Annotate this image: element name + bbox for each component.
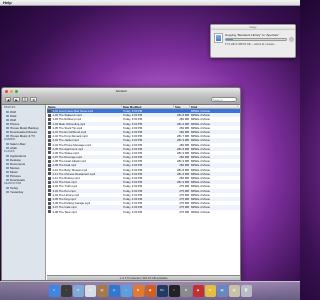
movie-file-icon bbox=[48, 134, 51, 138]
movie-file-icon bbox=[48, 159, 51, 163]
folder-icon bbox=[6, 158, 9, 162]
movie-file-icon bbox=[48, 109, 51, 113]
sidebar: DEVICES Wolf iDisk Wolf Photos iTunes Music B… bbox=[2, 105, 46, 280]
movie-file-icon bbox=[48, 130, 51, 134]
folder-icon bbox=[6, 170, 9, 174]
file-name: 3-08 The Tape.mp4 bbox=[47, 210, 122, 214]
window-title: Seinfeld bbox=[115, 89, 127, 93]
copy-dialog-title: Copy bbox=[211, 25, 295, 30]
dock: ☺ ◔ ✉ 16 @ ◎ ♪ ❀ ◉ Ps > ⚙ ◆ ★ ▤ ▤ 🗑 bbox=[0, 281, 300, 300]
folder-icon bbox=[6, 126, 9, 130]
close-button[interactable] bbox=[5, 90, 8, 93]
firefox-icon[interactable]: ◉ bbox=[144, 285, 156, 297]
folder-icon bbox=[6, 118, 9, 122]
movie-file-icon bbox=[48, 210, 51, 214]
zoom-button[interactable] bbox=[15, 90, 18, 93]
folder-icon bbox=[6, 178, 9, 182]
toolbar: ◀ ▶ ☰ ⚙ Search bbox=[2, 95, 240, 105]
date-modified: Today, 3:00 PM bbox=[123, 209, 143, 214]
status-bar: 1 of 173 selected, 903.15 GB available bbox=[47, 275, 240, 280]
folder-icon bbox=[6, 130, 9, 134]
copy-progress-bar bbox=[225, 38, 287, 41]
safari-icon[interactable]: ◎ bbox=[108, 285, 120, 297]
itunes-icon[interactable]: ♪ bbox=[120, 285, 132, 297]
movie-file-icon bbox=[48, 155, 51, 159]
copy-status: 57.5 GB of 458.54 GB — About 11 minutes bbox=[225, 43, 275, 46]
folder-icon bbox=[6, 154, 9, 158]
iphoto-icon[interactable]: ❀ bbox=[132, 285, 144, 297]
movie-file-icon bbox=[48, 122, 51, 126]
preferences-icon[interactable]: ⚙ bbox=[180, 285, 192, 297]
movie-file-icon bbox=[48, 117, 51, 121]
ical-icon[interactable]: 16 bbox=[84, 285, 96, 297]
movie-file-icon bbox=[48, 151, 51, 155]
menu-help[interactable]: Help bbox=[3, 0, 12, 5]
folder-icon bbox=[6, 174, 9, 178]
app-icon[interactable]: ★ bbox=[204, 285, 216, 297]
view-button[interactable]: ☰ bbox=[21, 97, 29, 102]
dashboard-icon[interactable]: ◔ bbox=[60, 285, 72, 297]
file-list: Name Date Modified Size Kind 1-01 Good N… bbox=[47, 105, 240, 275]
back-button[interactable]: ◀ bbox=[5, 97, 12, 102]
copy-dialog: Copy Copying "Monsters Library" to "Aper… bbox=[210, 24, 296, 58]
file-size: 275 MB bbox=[179, 209, 189, 214]
minimize-button[interactable] bbox=[10, 90, 13, 93]
folder-icon bbox=[6, 122, 9, 126]
movie-file-icon bbox=[48, 164, 51, 168]
movie-file-icon bbox=[48, 172, 51, 176]
forward-button[interactable]: ▶ bbox=[13, 97, 20, 102]
movie-file-icon bbox=[48, 189, 51, 193]
sidebar-item[interactable]: Yesterday bbox=[2, 190, 45, 194]
movie-file-icon bbox=[48, 205, 51, 209]
terminal-icon[interactable]: > bbox=[168, 285, 180, 297]
movie-file-icon bbox=[48, 126, 51, 130]
folder-icon bbox=[6, 110, 9, 114]
file-kind: MPEG-4 Movie bbox=[191, 209, 210, 214]
window-titlebar[interactable]: Seinfeld bbox=[2, 88, 240, 95]
table-row[interactable]: 3-08 The Tape.mp4 Today, 3:00 PM 275 MB MPE… bbox=[47, 210, 240, 214]
copy-message: Copying "Monsters Library" to "Aperture" bbox=[225, 33, 280, 37]
folder-icon bbox=[6, 134, 9, 138]
document-icon bbox=[214, 33, 223, 43]
movie-file-icon bbox=[48, 201, 51, 205]
movie-file-icon bbox=[48, 143, 51, 147]
menu-bar: Help bbox=[0, 0, 300, 6]
copy-progress-fill bbox=[226, 39, 234, 40]
search-input[interactable]: Search bbox=[211, 97, 237, 102]
stop-copy-button[interactable]: × bbox=[289, 37, 294, 42]
folder-icon bbox=[6, 162, 9, 166]
folder-icon bbox=[6, 190, 9, 194]
action-button[interactable]: ⚙ bbox=[30, 97, 38, 102]
movie-file-icon bbox=[48, 193, 51, 197]
folder-icon bbox=[6, 186, 9, 190]
finder-icon[interactable]: ☺ bbox=[48, 285, 60, 297]
stack-icon[interactable]: ▤ bbox=[216, 285, 228, 297]
movie-file-icon bbox=[48, 147, 51, 151]
sidebar-item-label: Yesterday bbox=[10, 190, 24, 194]
movie-file-icon bbox=[48, 184, 51, 188]
movie-file-icon bbox=[48, 180, 51, 184]
movie-file-icon bbox=[48, 176, 51, 180]
movie-file-icon bbox=[48, 138, 51, 142]
folder-icon bbox=[6, 166, 9, 170]
movie-file-icon bbox=[48, 197, 51, 201]
folder-icon bbox=[6, 142, 9, 146]
mail-icon[interactable]: ✉ bbox=[72, 285, 84, 297]
movie-file-icon bbox=[48, 113, 51, 117]
photoshop-icon[interactable]: Ps bbox=[156, 285, 168, 297]
trash-icon[interactable]: 🗑 bbox=[240, 285, 252, 297]
folder-icon bbox=[6, 114, 9, 118]
folder-icon bbox=[6, 146, 9, 150]
app-icon[interactable]: ◆ bbox=[192, 285, 204, 297]
movie-file-icon bbox=[48, 168, 51, 172]
finder-window: Seinfeld ◀ ▶ ☰ ⚙ Search DEVICES Wolf iDisk… bbox=[1, 87, 241, 281]
address-book-icon[interactable]: @ bbox=[96, 285, 108, 297]
stack-icon[interactable]: ▤ bbox=[228, 285, 240, 297]
